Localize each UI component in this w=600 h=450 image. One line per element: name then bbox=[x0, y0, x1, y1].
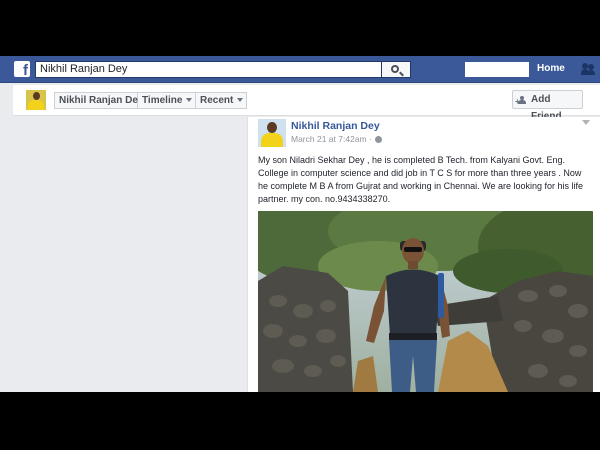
post-text: My son Niladri Sekhar Dey , he is comple… bbox=[258, 155, 583, 204]
add-friend-icon: + bbox=[515, 96, 526, 106]
top-bar: f Nikhil Ranjan Dey Home bbox=[0, 56, 600, 83]
post-author-avatar[interactable] bbox=[258, 119, 286, 147]
friend-requests-icon[interactable] bbox=[581, 63, 595, 75]
browser-viewport: f Nikhil Ranjan Dey Home Nikhil Ranjan D… bbox=[0, 56, 600, 392]
post-photo[interactable] bbox=[258, 211, 593, 392]
profile-subnav: Nikhil Ranjan Dey Timeline Recent + Add … bbox=[13, 85, 600, 122]
timeline-dropdown[interactable]: Timeline bbox=[138, 92, 196, 109]
post-timestamp[interactable]: March 21 at 7:42am bbox=[291, 134, 367, 144]
post-options-chevron-icon[interactable] bbox=[582, 120, 590, 125]
globe-icon[interactable] bbox=[374, 136, 382, 143]
profile-avatar[interactable] bbox=[26, 90, 46, 110]
home-link[interactable]: Home bbox=[537, 63, 565, 74]
add-friend-button[interactable]: + Add Friend bbox=[512, 90, 583, 122]
letterbox-top bbox=[0, 0, 600, 56]
photo-man-at-ruins bbox=[258, 211, 593, 392]
search-input[interactable]: Nikhil Ranjan Dey bbox=[35, 61, 381, 78]
chevron-down-icon bbox=[186, 98, 193, 103]
letterbox-bottom bbox=[0, 392, 600, 450]
post-meta: March 21 at 7:42am · bbox=[291, 134, 382, 144]
left-column bbox=[13, 117, 247, 392]
search-button[interactable] bbox=[381, 61, 411, 78]
redacted-user-name bbox=[465, 62, 529, 77]
profile-name-button[interactable]: Nikhil Ranjan Dey bbox=[54, 92, 143, 109]
chevron-down-icon bbox=[237, 98, 244, 103]
post-author-name[interactable]: Nikhil Ranjan Dey bbox=[291, 120, 380, 132]
facebook-logo-icon[interactable]: f bbox=[14, 61, 30, 79]
recent-dropdown[interactable]: Recent bbox=[196, 92, 247, 109]
timeline-post: Nikhil Ranjan Dey March 21 at 7:42am · M… bbox=[247, 117, 600, 392]
